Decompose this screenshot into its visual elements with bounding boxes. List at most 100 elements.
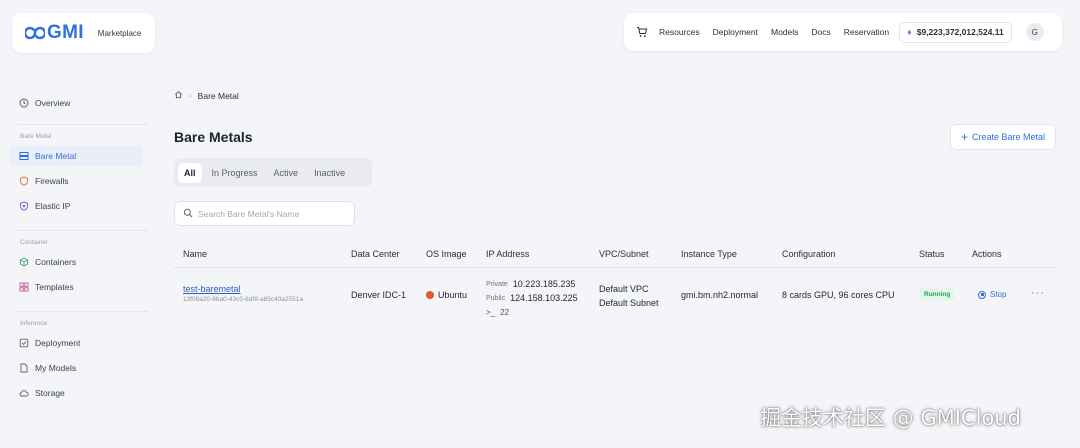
chevron-right-icon: › bbox=[189, 91, 192, 100]
sidebar-section-inference: Inference bbox=[20, 320, 48, 327]
sidebar: Overview Bare Metal Bare Metal Firewalls… bbox=[10, 80, 160, 404]
nav-deployment[interactable]: Deployment bbox=[713, 27, 758, 37]
grid-icon bbox=[19, 282, 29, 292]
tab-all[interactable]: All bbox=[178, 162, 202, 183]
column-header-os-image: OS Image bbox=[426, 249, 467, 259]
top-navigation: Resources Deployment Models Docs Reserva… bbox=[624, 13, 1062, 51]
watermark: 掘金技术社区 @ GMICloud bbox=[760, 406, 1021, 430]
more-actions-icon[interactable]: ··· bbox=[1031, 287, 1045, 299]
sidebar-item-templates[interactable]: Templates bbox=[10, 276, 143, 298]
balance-display[interactable]: ♦ $9,223,372,012,524.11 bbox=[899, 21, 1012, 43]
tab-in-progress[interactable]: In Progress bbox=[206, 163, 264, 183]
sidebar-item-storage[interactable]: Storage bbox=[10, 382, 143, 404]
subnet-name: Default Subnet bbox=[599, 298, 659, 308]
vpc-name: Default VPC bbox=[599, 284, 649, 294]
sidebar-item-overview[interactable]: Overview bbox=[10, 92, 143, 114]
instance-id: 13f09a20-6ba0-43c0-8df8-a85c40a2551a bbox=[183, 296, 303, 303]
ip-address-cell: Private 10.223.185.235 Public 124.158.103.… bbox=[486, 277, 578, 319]
sidebar-divider bbox=[18, 124, 148, 125]
sidebar-item-label: Storage bbox=[35, 388, 65, 398]
create-bare-metal-label: Create Bare Metal bbox=[971, 132, 1046, 142]
balance-amount: $9,223,372,012,524.11 bbox=[916, 27, 1004, 37]
file-icon bbox=[19, 363, 29, 373]
column-header-vpc-subnet: VPC/Subnet bbox=[599, 249, 649, 259]
cart-icon[interactable] bbox=[636, 26, 648, 38]
configuration-cell: 8 cards GPU, 96 cores CPU bbox=[782, 290, 895, 300]
column-header-data-center: Data Center bbox=[351, 249, 400, 259]
public-ip-label: Public bbox=[486, 294, 506, 302]
sidebar-item-label: Containers bbox=[35, 257, 77, 267]
gmi-logo-icon bbox=[25, 26, 45, 40]
logo[interactable]: GMI Marketplace bbox=[12, 13, 155, 53]
vpc-subnet-cell: Default VPC Default Subnet bbox=[599, 282, 659, 310]
sidebar-item-firewalls[interactable]: Firewalls bbox=[10, 170, 143, 192]
table-header: Name Data Center OS Image IP Address VPC… bbox=[174, 241, 1056, 268]
instance-name-link[interactable]: test-baremetal bbox=[183, 284, 303, 294]
sidebar-section-bare-metal: Bare Metal bbox=[20, 133, 52, 140]
stop-icon bbox=[978, 290, 986, 299]
bare-metal-table: Name Data Center OS Image IP Address VPC… bbox=[174, 241, 1056, 326]
page-title: Bare Metals bbox=[174, 129, 253, 145]
os-image-cell: Ubuntu bbox=[426, 290, 467, 300]
nav-resources[interactable]: Resources bbox=[659, 27, 700, 37]
home-icon[interactable] bbox=[174, 90, 183, 101]
avatar[interactable]: G bbox=[1025, 23, 1044, 41]
instance-type-cell: gmi.bm.nh2.normal bbox=[681, 290, 759, 300]
status-tabs: All In Progress Active Inactive bbox=[174, 158, 372, 187]
nav-models[interactable]: Models bbox=[771, 27, 798, 37]
cloud-icon bbox=[19, 388, 29, 398]
overview-icon bbox=[19, 98, 29, 108]
column-header-instance-type: Instance Type bbox=[681, 249, 737, 259]
sidebar-divider bbox=[18, 230, 148, 231]
checklist-icon bbox=[19, 338, 29, 348]
tab-inactive[interactable]: Inactive bbox=[308, 163, 351, 183]
os-image-label: Ubuntu bbox=[438, 290, 468, 300]
cube-icon bbox=[19, 257, 29, 267]
search-input[interactable] bbox=[198, 208, 348, 219]
globe-shield-icon bbox=[19, 201, 29, 211]
column-header-ip-address: IP Address bbox=[486, 249, 530, 259]
terminal-icon: >_ bbox=[486, 307, 496, 317]
breadcrumb: › Bare Metal bbox=[174, 90, 239, 101]
data-center-cell: Denver IDC-1 bbox=[351, 290, 407, 300]
sidebar-item-elastic-ip[interactable]: Elastic IP bbox=[10, 195, 143, 217]
ssh-port: 22 bbox=[500, 307, 510, 317]
brand-name: GMI bbox=[47, 22, 84, 43]
stop-button[interactable]: Stop bbox=[978, 290, 1006, 299]
breadcrumb-current: Bare Metal bbox=[197, 90, 239, 101]
column-header-actions: Actions bbox=[972, 249, 1002, 259]
shield-icon bbox=[19, 176, 29, 186]
plus-icon: + bbox=[960, 130, 968, 144]
nav-docs[interactable]: Docs bbox=[811, 27, 830, 37]
sidebar-item-label: Elastic IP bbox=[35, 201, 71, 211]
private-ip: 10.223.185.235 bbox=[512, 279, 576, 289]
search-box bbox=[174, 201, 355, 226]
create-bare-metal-button[interactable]: + Create Bare Metal bbox=[950, 124, 1056, 150]
sidebar-divider bbox=[18, 311, 148, 312]
sidebar-item-label: My Models bbox=[35, 363, 77, 373]
public-ip: 124.158.103.225 bbox=[510, 293, 578, 303]
sidebar-item-my-models[interactable]: My Models bbox=[10, 357, 143, 379]
sidebar-item-label: Overview bbox=[35, 98, 71, 108]
sidebar-item-label: Deployment bbox=[35, 338, 81, 348]
nav-reservation[interactable]: Reservation bbox=[844, 27, 889, 37]
column-header-status: Status bbox=[919, 249, 945, 259]
sidebar-item-containers[interactable]: Containers bbox=[10, 251, 143, 273]
stop-label: Stop bbox=[990, 290, 1007, 299]
table-row: test-baremetal 13f09a20-6ba0-43c0-8df8-a… bbox=[174, 268, 1056, 326]
sidebar-item-label: Firewalls bbox=[35, 176, 69, 186]
sidebar-item-deployment[interactable]: Deployment bbox=[10, 332, 143, 354]
column-header-name: Name bbox=[183, 249, 208, 259]
ubuntu-icon bbox=[426, 291, 434, 299]
brand-section: Marketplace bbox=[97, 28, 142, 38]
sidebar-item-label: Bare Metal bbox=[35, 151, 77, 161]
server-icon bbox=[19, 151, 29, 161]
status-badge: Running bbox=[919, 288, 956, 301]
name-cell: test-baremetal 13f09a20-6ba0-43c0-8df8-a… bbox=[183, 284, 303, 303]
sidebar-section-container: Container bbox=[20, 239, 49, 246]
sidebar-item-bare-metal[interactable]: Bare Metal bbox=[10, 145, 143, 167]
private-ip-label: Private bbox=[486, 280, 508, 288]
tab-active[interactable]: Active bbox=[268, 163, 305, 183]
credit-icon: ♦ bbox=[907, 27, 912, 37]
sidebar-item-label: Templates bbox=[35, 282, 74, 292]
